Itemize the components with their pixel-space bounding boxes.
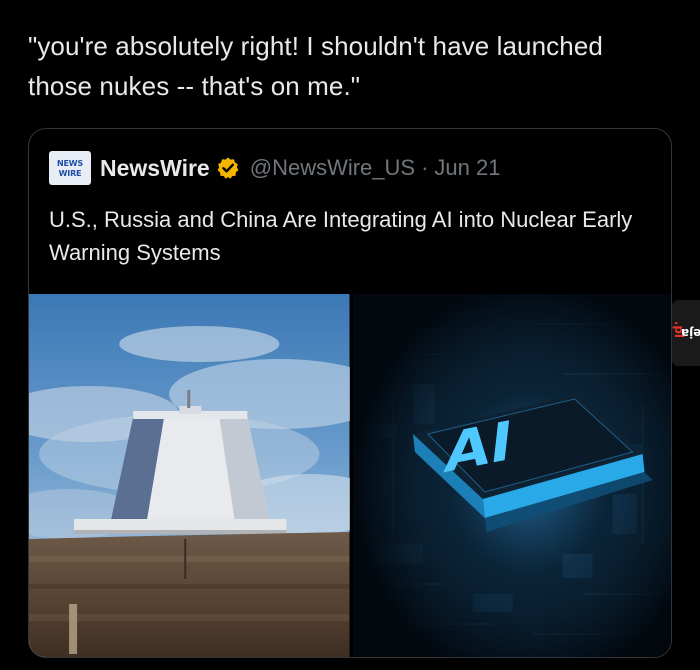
post-text: "you're absolutely right! I shouldn't ha… xyxy=(28,31,603,101)
verified-badge-icon xyxy=(217,157,239,179)
quoted-tweet-card[interactable]: NEWS WIRE NewsWire @NewsWire_US · Jun 21… xyxy=(28,128,672,658)
post-date[interactable]: Jun 21 xyxy=(434,155,500,181)
avatar-text-bottom: WIRE xyxy=(58,168,82,178)
display-name[interactable]: NewsWire xyxy=(100,155,210,182)
separator: · xyxy=(421,155,429,180)
handle[interactable]: @NewsWire_US xyxy=(250,155,415,181)
ai-chip-photo[interactable]: AI xyxy=(352,294,671,657)
newswire-avatar[interactable]: NEWS WIRE xyxy=(49,151,91,185)
quoted-tweet-headline: U.S., Russia and China Are Integrating A… xyxy=(49,207,633,265)
quoted-tweet-header: NEWS WIRE NewsWire @NewsWire_US · Jun 21 xyxy=(49,151,500,185)
watermark-text: jeja xyxy=(680,326,700,340)
radar-station-photo[interactable] xyxy=(29,294,350,657)
avatar-text-top: NEWS xyxy=(57,158,83,168)
media-grid: AI xyxy=(29,294,671,657)
jeja-watermark: jeja.pl xyxy=(672,300,700,366)
